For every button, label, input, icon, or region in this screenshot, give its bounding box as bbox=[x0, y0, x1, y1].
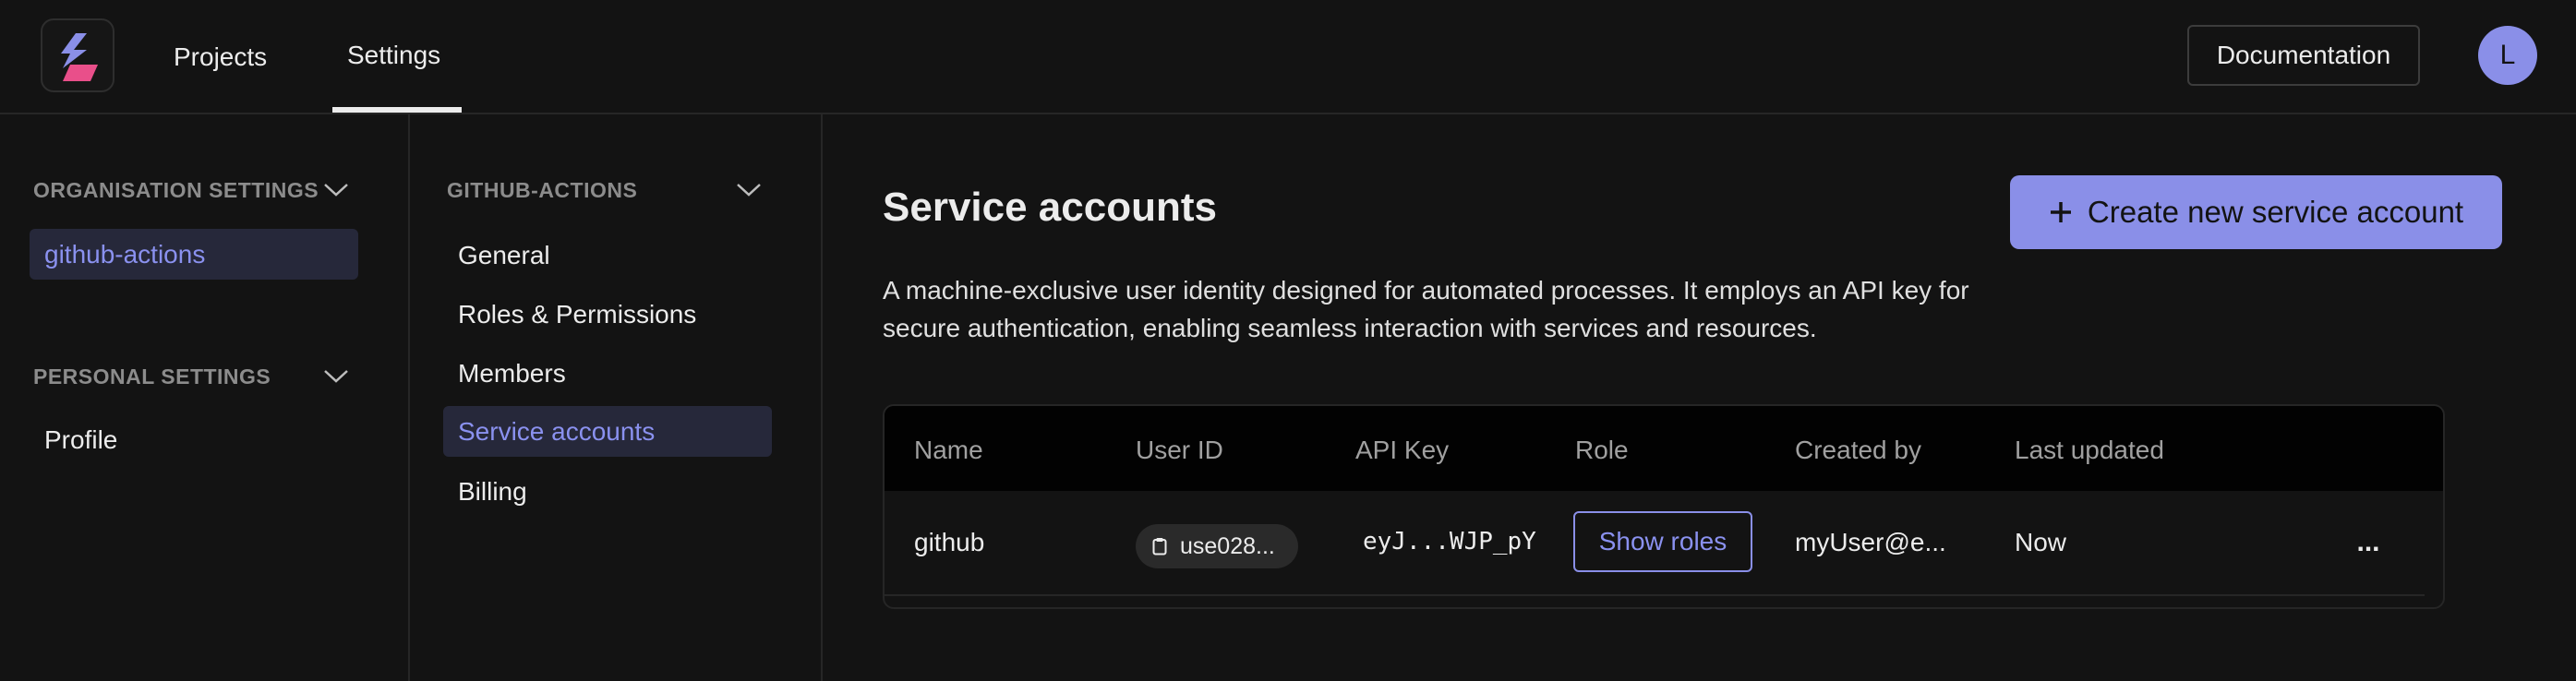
cell-name: github bbox=[914, 528, 985, 556]
personal-settings-heading: PERSONAL SETTINGS bbox=[33, 364, 271, 388]
subnav-item-billing[interactable]: Billing bbox=[443, 469, 772, 515]
show-roles-button[interactable]: Show roles bbox=[1573, 511, 1752, 572]
table-header: Name User ID API Key Role Created by Las… bbox=[885, 406, 2443, 491]
chevron-down-icon[interactable] bbox=[323, 182, 349, 198]
user-id-copy-pill[interactable]: use028... bbox=[1136, 524, 1298, 568]
page-title: Service accounts bbox=[883, 185, 1217, 230]
chevron-down-icon[interactable] bbox=[736, 182, 762, 198]
nav-settings[interactable]: Settings bbox=[347, 41, 440, 70]
documentation-button[interactable]: Documentation bbox=[2187, 25, 2420, 86]
nav-settings-underline bbox=[332, 107, 462, 113]
subnav-divider bbox=[821, 114, 823, 681]
column-header-role[interactable]: Role bbox=[1575, 436, 1629, 465]
organisation-settings-heading: ORGANISATION SETTINGS bbox=[33, 178, 319, 202]
top-bar: Projects Settings Documentation L bbox=[0, 0, 2576, 114]
cell-user-id: use028... bbox=[1180, 532, 1275, 559]
column-header-created-by[interactable]: Created by bbox=[1795, 436, 1921, 465]
service-accounts-table: Name User ID API Key Role Created by Las… bbox=[883, 404, 2445, 609]
subnav-heading: GITHUB-ACTIONS bbox=[447, 178, 638, 202]
sidebar-item-profile[interactable]: Profile bbox=[30, 417, 358, 463]
column-header-last-updated[interactable]: Last updated bbox=[2015, 436, 2164, 465]
nav-projects[interactable]: Projects bbox=[174, 42, 267, 72]
clipboard-icon bbox=[1152, 538, 1167, 556]
column-header-api-key[interactable]: API Key bbox=[1355, 436, 1449, 465]
row-divider bbox=[885, 594, 2425, 596]
subnav-item-members[interactable]: Members bbox=[443, 351, 772, 397]
subnav-item-general[interactable]: General bbox=[443, 233, 772, 279]
cell-api-key: eyJ...WJP_pY bbox=[1363, 528, 1536, 556]
app-logo-icon[interactable] bbox=[41, 18, 114, 92]
cell-created-by: myUser@e... bbox=[1795, 528, 1946, 556]
sidebar-item-github-actions[interactable]: github-actions bbox=[30, 229, 358, 280]
sidebar-divider bbox=[408, 114, 410, 681]
avatar[interactable]: L bbox=[2478, 26, 2537, 85]
page-description: A machine-exclusive user identity design… bbox=[883, 276, 1969, 342]
subnav-item-service-accounts[interactable]: Service accounts bbox=[443, 406, 772, 457]
more-horizontal-icon[interactable]: ... bbox=[2348, 524, 2389, 561]
chevron-down-icon[interactable] bbox=[323, 368, 349, 385]
column-header-user-id[interactable]: User ID bbox=[1136, 436, 1223, 465]
create-service-account-label: Create new service account bbox=[2087, 195, 2464, 229]
cell-last-updated: Now bbox=[2015, 528, 2067, 556]
subnav-item-roles-permissions[interactable]: Roles & Permissions bbox=[443, 292, 772, 338]
plus-icon bbox=[2050, 202, 2071, 222]
column-header-name[interactable]: Name bbox=[914, 436, 983, 465]
create-service-account-button[interactable]: Create new service account bbox=[2010, 175, 2502, 249]
